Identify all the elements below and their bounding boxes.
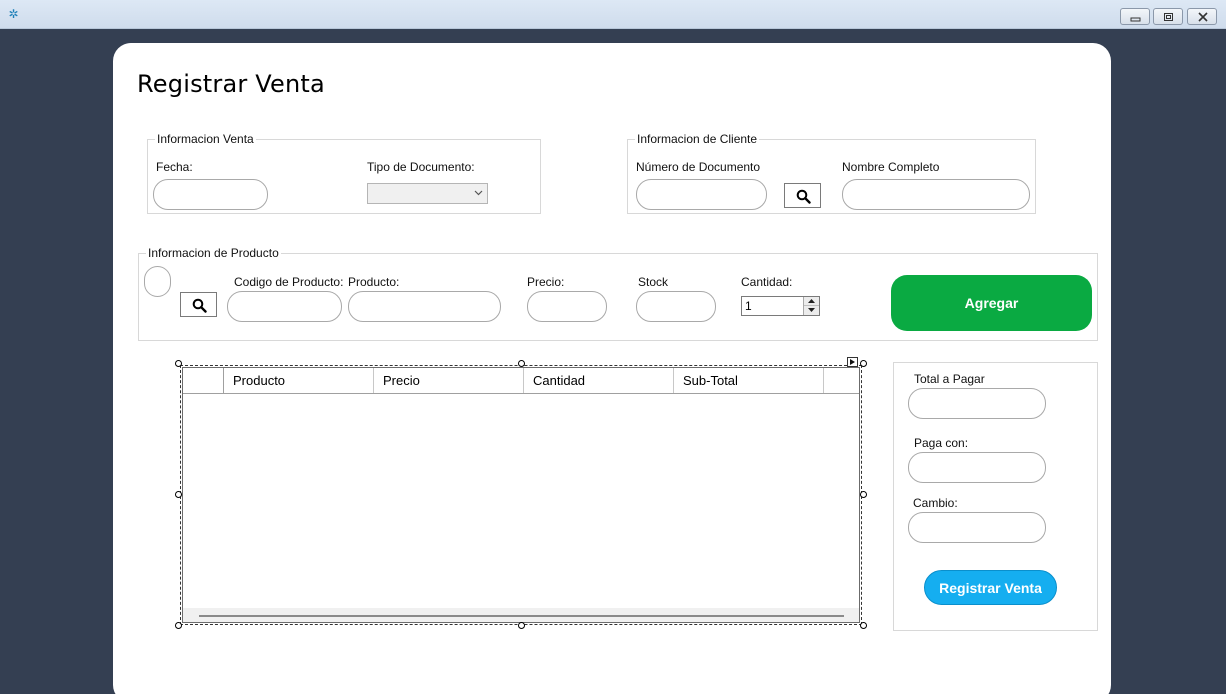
smart-tag-button[interactable] xyxy=(847,357,858,367)
resize-handle-w[interactable] xyxy=(175,491,182,498)
tipo-documento-label: Tipo de Documento: xyxy=(367,160,475,174)
codigo-producto-input[interactable] xyxy=(227,291,342,322)
scrollbar-thumb[interactable] xyxy=(199,615,844,617)
precio-input[interactable] xyxy=(527,291,607,322)
producto-label: Producto: xyxy=(348,275,400,289)
total-pagar-label: Total a Pagar xyxy=(914,372,985,386)
column-producto[interactable]: Producto xyxy=(224,368,374,393)
resize-handle-sw[interactable] xyxy=(175,622,182,629)
caret-down-icon xyxy=(808,308,815,312)
horizontal-scrollbar[interactable] xyxy=(183,608,859,622)
minimize-icon xyxy=(1130,17,1141,22)
registrar-venta-button[interactable]: Registrar Venta xyxy=(924,570,1057,605)
minimize-button[interactable] xyxy=(1120,8,1150,25)
stepper-down-button[interactable] xyxy=(804,306,819,315)
close-button[interactable] xyxy=(1187,8,1217,25)
app-gear-icon[interactable]: ✲ xyxy=(7,8,20,21)
stepper-up-button[interactable] xyxy=(804,297,819,306)
venta-legend: Informacion Venta xyxy=(155,132,256,146)
resize-handle-nw[interactable] xyxy=(175,360,182,367)
search-cliente-button[interactable] xyxy=(784,183,821,208)
search-producto-button[interactable] xyxy=(180,292,217,317)
producto-input[interactable] xyxy=(348,291,501,322)
resize-handle-e[interactable] xyxy=(860,491,867,498)
paga-con-label: Paga con: xyxy=(914,436,969,450)
page-title: Registrar Venta xyxy=(137,70,325,98)
stock-label: Stock xyxy=(638,275,669,289)
close-icon xyxy=(1198,12,1208,22)
search-icon xyxy=(192,298,207,313)
stock-input[interactable] xyxy=(636,291,716,322)
chevron-down-icon xyxy=(474,190,483,196)
resize-handle-n[interactable] xyxy=(518,360,525,367)
column-precio[interactable]: Precio xyxy=(374,368,524,393)
resize-handle-se[interactable] xyxy=(860,622,867,629)
column-cantidad[interactable]: Cantidad xyxy=(524,368,674,393)
precio-label: Precio: xyxy=(527,275,565,289)
cambio-label: Cambio: xyxy=(913,496,958,510)
window-titlebar: ✲ xyxy=(0,0,1226,29)
maximize-icon xyxy=(1164,13,1173,21)
total-pagar-input[interactable] xyxy=(908,388,1046,419)
cantidad-stepper[interactable]: 1 xyxy=(741,296,820,316)
cliente-legend: Informacion de Cliente xyxy=(635,132,760,146)
tipo-documento-select[interactable] xyxy=(367,183,488,204)
resize-handle-ne[interactable] xyxy=(860,360,867,367)
producto-legend: Informacion de Producto xyxy=(146,246,281,260)
maximize-button[interactable] xyxy=(1153,8,1183,25)
agregar-button[interactable]: Agregar xyxy=(891,275,1092,331)
cantidad-value: 1 xyxy=(745,299,752,313)
detalle-venta-grid[interactable]: Producto Precio Cantidad Sub-Total xyxy=(182,367,860,623)
paga-con-input[interactable] xyxy=(908,452,1046,483)
codigo-producto-label: Codigo de Producto: xyxy=(234,275,344,289)
numero-documento-input[interactable] xyxy=(636,179,767,210)
stepper-buttons xyxy=(803,297,819,315)
column-sub-total[interactable]: Sub-Total xyxy=(674,368,824,393)
cambio-input[interactable] xyxy=(908,512,1046,543)
search-icon xyxy=(796,189,811,204)
grid-selection-frame: Producto Precio Cantidad Sub-Total xyxy=(180,365,862,625)
numero-documento-label: Número de Documento xyxy=(636,160,761,174)
grid-header: Producto Precio Cantidad Sub-Total xyxy=(183,368,859,394)
fecha-label: Fecha: xyxy=(156,160,193,174)
producto-id-field[interactable] xyxy=(144,266,171,297)
caret-up-icon xyxy=(808,299,815,303)
fecha-input[interactable] xyxy=(153,179,268,210)
grid-row-header xyxy=(183,368,224,393)
nombre-completo-input[interactable] xyxy=(842,179,1030,210)
caret-right-icon xyxy=(850,359,855,365)
resize-handle-s[interactable] xyxy=(518,622,525,629)
nombre-completo-label: Nombre Completo xyxy=(842,160,940,174)
cantidad-label: Cantidad: xyxy=(741,275,793,289)
